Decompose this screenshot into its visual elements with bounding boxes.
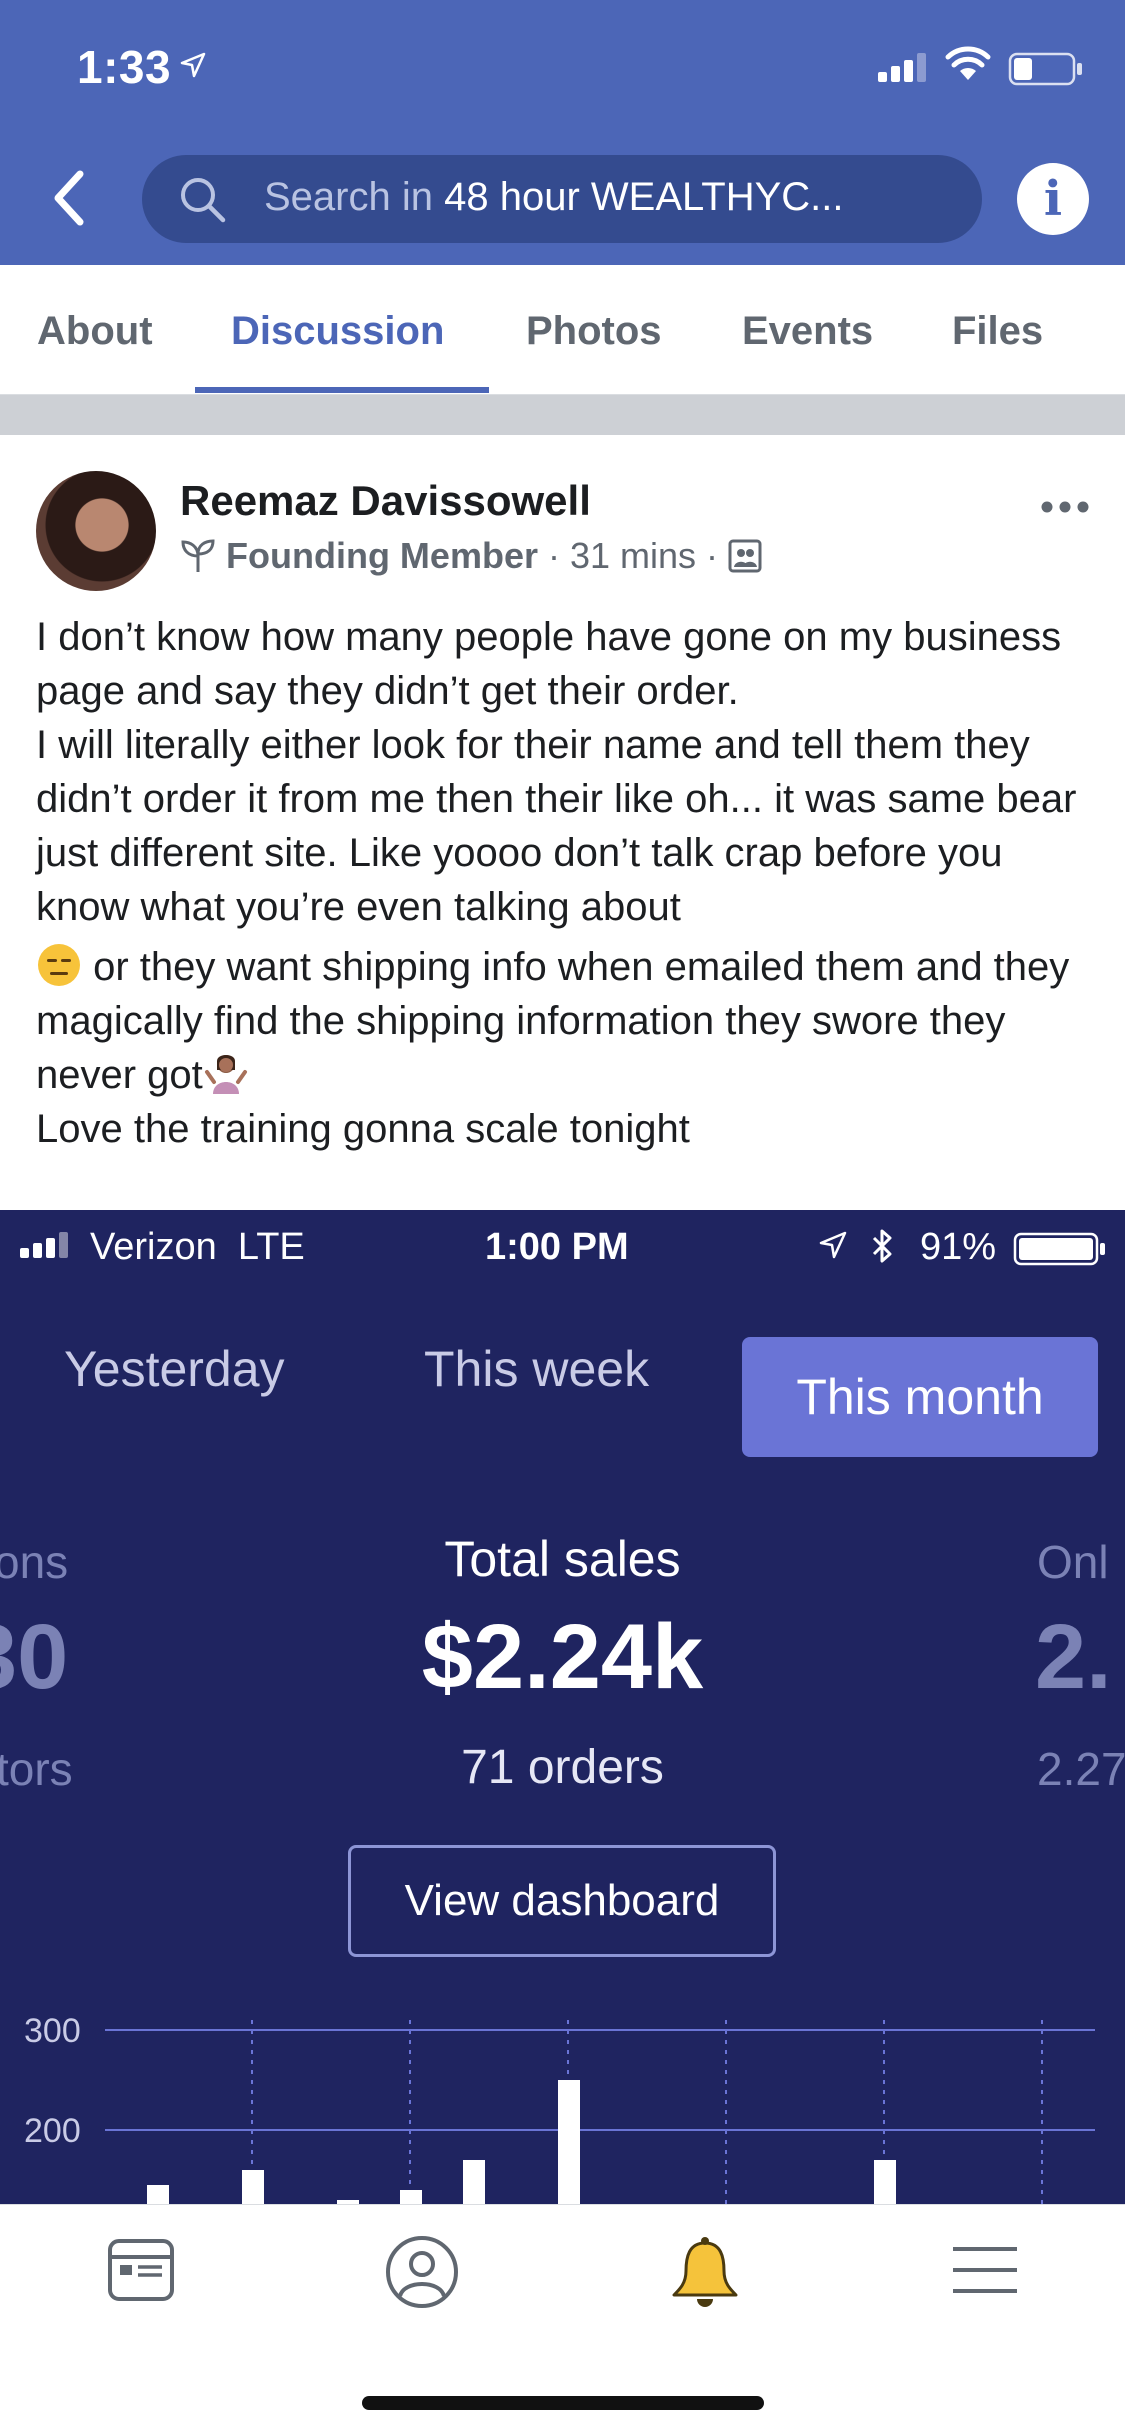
post-line: I don’t know how many people have gone o… [36, 615, 1062, 713]
menu-hamburger-icon[interactable] [951, 2235, 1019, 2305]
post-body: I don’t know how many people have gone o… [36, 610, 1096, 1156]
cellular-signal-icon [878, 53, 926, 82]
right-kpi-label: Onl [1037, 1536, 1109, 1588]
search-group-name: 48 hour WEALTHYC... [444, 175, 844, 219]
search-icon [181, 178, 226, 223]
embedded-dashboard-image[interactable]: Verizon LTE 1:00 PM 91% Yesterday This w… [0, 1210, 1125, 2210]
search-bar[interactable]: Search in 48 hour WEALTHYC... [142, 155, 982, 243]
search-placeholder: Search in [264, 175, 433, 219]
cellular-signal-icon [20, 1232, 68, 1258]
location-arrow-icon [819, 1231, 847, 1259]
post-line: I will literally either look for their n… [36, 723, 1077, 929]
app-header: 1:33 Search in 48 hour WEALTHYC... i [0, 0, 1125, 265]
post-line: or they want shipping info when emailed … [36, 940, 1096, 1102]
shrugging-woman-icon [204, 1055, 247, 1094]
post-meta: Founding Member · 31 mins · [180, 535, 762, 577]
member-badge: Founding Member [226, 535, 538, 576]
right-kpi-value: 2. [1035, 1606, 1112, 1708]
group-tabs: About Discussion Photos Events Files [0, 265, 1125, 395]
back-chevron-icon[interactable] [50, 168, 90, 228]
search-input[interactable]: Search in 48 hour WEALTHYC... [264, 175, 844, 220]
embedded-status-bar: Verizon LTE 1:00 PM 91% [0, 1210, 1125, 1280]
chart-ytick-label: 200 [24, 2112, 81, 2150]
total-sales-value: $2.24k [421, 1606, 704, 1708]
sprout-icon [181, 539, 215, 572]
status-time: 1:33 [77, 41, 172, 93]
news-feed-icon[interactable] [106, 2235, 176, 2305]
chart-bar [558, 2080, 580, 2210]
info-icon[interactable]: i [1017, 163, 1089, 235]
sales-bar-chart: 300200100 [24, 2012, 1095, 2210]
chart-bar [463, 2160, 485, 2210]
post-line: Love the training gonna scale tonight [36, 1107, 690, 1151]
embedded-battery-percent: 91% [920, 1226, 997, 1268]
group-audience-icon [728, 539, 762, 573]
meta-separator: · [547, 535, 560, 576]
period-yesterday[interactable]: Yesterday [64, 1340, 285, 1398]
bluetooth-icon [872, 1229, 892, 1263]
total-orders: 71 orders [461, 1741, 664, 1794]
embedded-time: 1:00 PM [485, 1226, 629, 1268]
location-arrow-icon [180, 52, 206, 78]
home-indicator [362, 2396, 764, 2410]
battery-icon [1008, 52, 1082, 86]
avatar[interactable] [36, 471, 156, 591]
period-this-month[interactable]: This month [742, 1337, 1098, 1457]
post-author[interactable]: Reemaz Davissowell [180, 477, 591, 525]
battery-icon [1013, 1232, 1105, 1266]
expressionless-face-icon [38, 944, 80, 986]
wifi-icon [945, 46, 991, 80]
chart-bar [874, 2160, 896, 2210]
tab-photos[interactable]: Photos [526, 309, 662, 354]
tab-discussion[interactable]: Discussion [231, 309, 444, 354]
section-divider [0, 395, 1125, 435]
post-time[interactable]: 31 mins [570, 535, 696, 577]
notifications-bell-icon[interactable] [668, 2235, 742, 2315]
tab-events[interactable]: Events [742, 309, 873, 354]
embedded-carrier: Verizon LTE [90, 1226, 305, 1268]
tab-about[interactable]: About [37, 309, 153, 354]
active-tab-indicator [195, 387, 489, 393]
view-dashboard-button[interactable]: View dashboard [348, 1845, 776, 1957]
meta-separator: · [706, 535, 719, 576]
total-sales-label: Total sales [444, 1531, 681, 1587]
right-kpi-sub: 2.27 [1037, 1743, 1125, 1795]
chart-ytick-label: 300 [24, 2012, 81, 2050]
profile-icon[interactable] [385, 2235, 459, 2309]
more-options-icon[interactable] [1040, 500, 1090, 514]
period-this-week[interactable]: This week [424, 1340, 649, 1398]
status-bar: 1:33 [0, 0, 1125, 135]
tab-files[interactable]: Files [952, 309, 1043, 354]
